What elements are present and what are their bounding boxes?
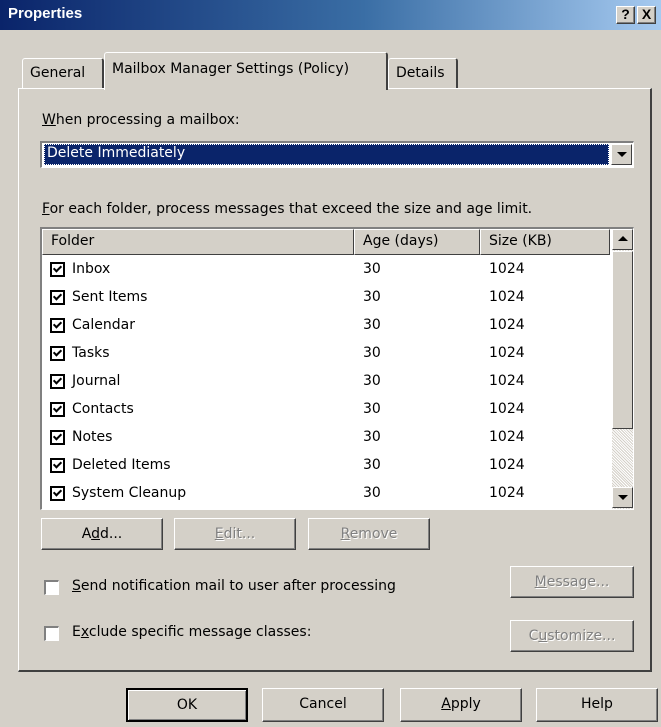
table-row[interactable]: Journal 30 1024	[42, 369, 610, 397]
tab-details[interactable]: Details	[388, 58, 458, 88]
folder-age: 30	[363, 401, 381, 417]
checkmark-icon	[52, 375, 63, 385]
folder-age: 30	[363, 485, 381, 501]
exclude-classes-label: Exclude specific message classes:	[72, 624, 312, 640]
folder-list-header: Folder Age (days) Size (KB)	[42, 229, 610, 255]
cancel-button[interactable]: Cancel	[262, 688, 384, 722]
tab-label: Mailbox Manager Settings (Policy)	[112, 61, 350, 77]
folder-size: 1024	[489, 373, 525, 389]
folder-checkbox[interactable]	[50, 402, 65, 417]
folder-age: 30	[363, 261, 381, 277]
checkmark-icon	[52, 431, 63, 441]
vertical-scrollbar[interactable]	[612, 229, 633, 509]
tab-label: Details	[396, 65, 445, 81]
folder-checkbox[interactable]	[50, 374, 65, 389]
folder-checkbox[interactable]	[50, 458, 65, 473]
table-row[interactable]: System Cleanup 30 1024	[42, 481, 610, 509]
column-age[interactable]: Age (days)	[354, 229, 480, 255]
processing-action-value: Delete Immediately	[44, 144, 609, 165]
folder-name: Notes	[72, 429, 113, 445]
folder-name: Calendar	[72, 317, 135, 333]
checkmark-icon	[52, 347, 63, 357]
folder-age: 30	[363, 429, 381, 445]
table-row[interactable]: Notes 30 1024	[42, 425, 610, 453]
processing-label: When processing a mailbox:	[42, 112, 240, 128]
folder-checkbox[interactable]	[50, 290, 65, 305]
tab-mailbox-manager-settings[interactable]: Mailbox Manager Settings (Policy)	[104, 52, 388, 90]
folder-checkbox[interactable]	[50, 346, 65, 361]
title-bar[interactable]: Properties ? X	[0, 0, 661, 30]
folder-name: Deleted Items	[72, 457, 171, 473]
notify-label: Send notification mail to user after pro…	[72, 578, 396, 594]
dropdown-arrow-button[interactable]	[611, 144, 632, 165]
folder-name: Journal	[72, 373, 121, 389]
tab-general[interactable]: General	[22, 58, 104, 88]
folder-size: 1024	[489, 289, 525, 305]
folder-age: 30	[363, 457, 381, 473]
folder-checkbox[interactable]	[50, 430, 65, 445]
folder-age: 30	[363, 373, 381, 389]
checkmark-icon	[52, 319, 63, 329]
folder-name: Tasks	[72, 345, 110, 361]
scroll-thumb[interactable]	[612, 251, 633, 429]
scroll-down-button[interactable]	[612, 487, 633, 508]
checkmark-icon	[52, 459, 63, 469]
folder-size: 1024	[489, 457, 525, 473]
apply-button[interactable]: Apply	[400, 688, 522, 722]
folder-age: 30	[363, 317, 381, 333]
help-icon[interactable]: ?	[616, 6, 635, 24]
folder-name: Contacts	[72, 401, 134, 417]
scroll-up-button[interactable]	[612, 229, 633, 250]
folder-name: Sent Items	[72, 289, 148, 305]
folder-checkbox[interactable]	[50, 262, 65, 277]
tab-label: General	[30, 65, 86, 81]
folder-list-body: Inbox 30 1024 Sent Items 30 1024 Calenda…	[42, 257, 610, 509]
checkmark-icon	[52, 403, 63, 413]
ok-button[interactable]: OK	[126, 688, 248, 722]
table-row[interactable]: Inbox 30 1024	[42, 257, 610, 285]
help-button[interactable]: Help	[536, 688, 658, 722]
checkmark-icon	[52, 487, 63, 497]
folder-size: 1024	[489, 429, 525, 445]
notify-checkbox[interactable]	[44, 580, 59, 595]
chevron-down-icon	[618, 495, 628, 500]
exclude-classes-checkbox[interactable]	[44, 626, 59, 641]
folder-size: 1024	[489, 261, 525, 277]
remove-button[interactable]: Remove	[308, 518, 430, 550]
window-title: Properties	[8, 5, 83, 22]
table-row[interactable]: Tasks 30 1024	[42, 341, 610, 369]
table-row[interactable]: Calendar 30 1024	[42, 313, 610, 341]
table-row[interactable]: Contacts 30 1024	[42, 397, 610, 425]
chevron-down-icon	[617, 152, 627, 157]
customize-button[interactable]: Customize...	[510, 620, 634, 652]
folder-age: 30	[363, 345, 381, 361]
checkmark-icon	[52, 263, 63, 273]
close-icon[interactable]: X	[637, 6, 656, 24]
folder-list[interactable]: Folder Age (days) Size (KB) Inbox 30 102…	[40, 227, 634, 510]
folder-age: 30	[363, 289, 381, 305]
folder-section-label: For each folder, process messages that e…	[42, 201, 533, 217]
folder-name: Inbox	[72, 261, 111, 277]
table-row[interactable]: Sent Items 30 1024	[42, 285, 610, 313]
folder-size: 1024	[489, 317, 525, 333]
folder-checkbox[interactable]	[50, 486, 65, 501]
folder-checkbox[interactable]	[50, 318, 65, 333]
column-folder[interactable]: Folder	[42, 229, 354, 255]
add-button[interactable]: Add...	[41, 518, 163, 550]
folder-name: System Cleanup	[72, 485, 187, 501]
processing-action-select[interactable]: Delete Immediately	[40, 141, 634, 168]
folder-size: 1024	[489, 345, 525, 361]
chevron-up-icon	[618, 236, 628, 241]
folder-size: 1024	[489, 401, 525, 417]
table-row[interactable]: Deleted Items 30 1024	[42, 453, 610, 481]
folder-size: 1024	[489, 485, 525, 501]
edit-button[interactable]: Edit...	[174, 518, 296, 550]
message-button[interactable]: Message...	[510, 566, 634, 598]
column-size[interactable]: Size (KB)	[480, 229, 610, 255]
checkmark-icon	[52, 291, 63, 301]
